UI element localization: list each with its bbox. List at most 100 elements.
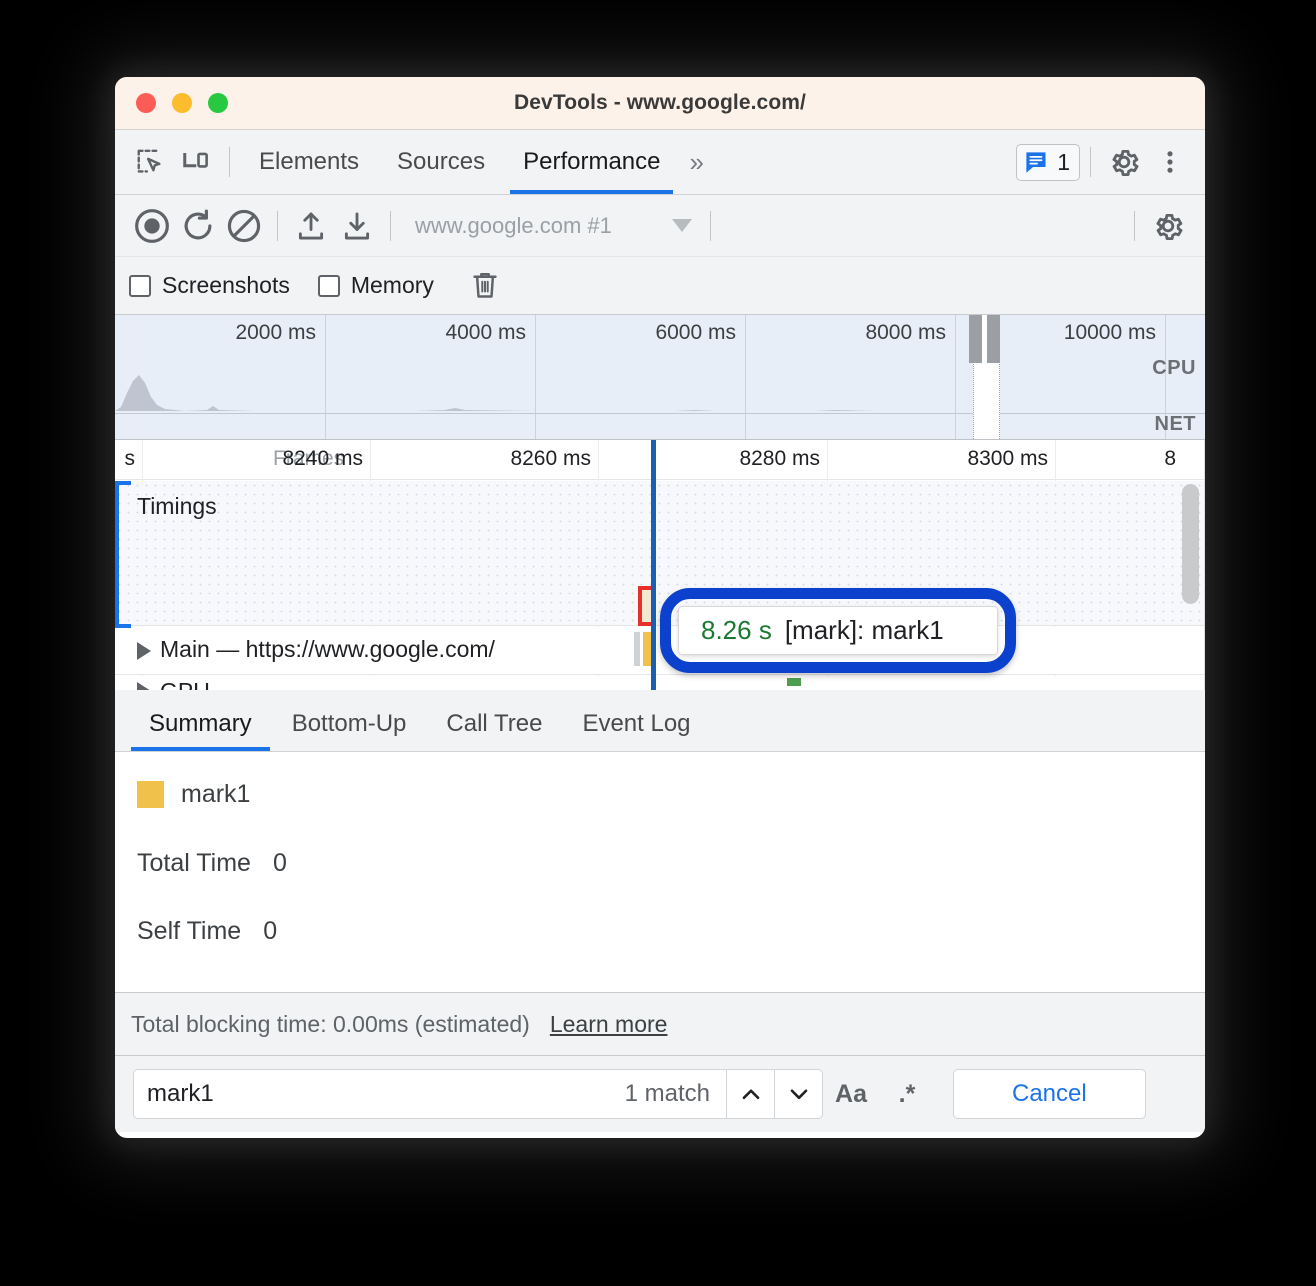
search-cancel-button[interactable]: Cancel <box>953 1069 1146 1119</box>
gear-icon <box>1107 145 1141 179</box>
toggle-device-toolbar-button[interactable] <box>173 139 219 185</box>
rec-toolbar-divider-2 <box>390 211 391 241</box>
memory-checkbox-item[interactable]: Memory <box>318 272 434 299</box>
main-track-event-bar[interactable] <box>634 632 640 666</box>
capture-settings-button[interactable] <box>1145 203 1191 249</box>
clear-recording-button[interactable] <box>221 203 267 249</box>
flamechart-vertical-scrollbar[interactable] <box>1182 484 1199 604</box>
chevron-up-icon <box>738 1081 764 1107</box>
tab-event-log[interactable]: Event Log <box>562 710 710 751</box>
gpu-track[interactable]: GPU <box>115 676 1205 690</box>
timings-track[interactable]: Timings <box>115 481 1205 626</box>
match-case-toggle[interactable]: Aa <box>823 1069 879 1119</box>
clear-icon <box>225 207 263 245</box>
summary-row: Self Time 0 <box>137 917 1183 946</box>
status-bar: Total blocking time: 0.00ms (estimated) … <box>115 992 1205 1056</box>
tab-call-tree[interactable]: Call Tree <box>426 710 562 751</box>
record-button[interactable] <box>129 203 175 249</box>
overview-cpu-net-divider <box>115 413 1205 414</box>
overview-tick: 6000 ms <box>655 321 745 345</box>
screenshots-checkbox-item[interactable]: Screenshots <box>129 272 290 299</box>
learn-more-link[interactable]: Learn more <box>550 1011 668 1038</box>
tab-sources[interactable]: Sources <box>378 130 504 194</box>
gpu-track-expand-arrow[interactable] <box>137 682 151 690</box>
main-track-expand-arrow[interactable] <box>137 642 151 660</box>
tab-summary-label: Summary <box>149 710 252 737</box>
device-toolbar-icon <box>181 147 211 177</box>
memory-label: Memory <box>351 272 434 299</box>
timeline-overview[interactable]: 2000 ms 4000 ms 6000 ms 8000 ms 10000 ms… <box>115 315 1205 440</box>
flamechart-scrollpane-edge <box>1204 440 1205 690</box>
tooltip-text: [mark]: mark1 <box>785 615 944 646</box>
tab-performance[interactable]: Performance <box>504 130 679 194</box>
capture-settings-row: Screenshots Memory <box>115 257 1205 315</box>
cpu-activity-waveform <box>115 371 1205 411</box>
search-next-button[interactable] <box>774 1069 822 1119</box>
download-profile-icon <box>340 209 374 243</box>
window-titlebar: DevTools - www.google.com/ <box>115 77 1205 130</box>
ruler-tick: 8 <box>1164 447 1183 471</box>
overview-tick: 4000 ms <box>445 321 535 345</box>
devtools-settings-button[interactable] <box>1101 139 1147 185</box>
save-profile-button[interactable] <box>334 203 380 249</box>
issues-count: 1 <box>1057 149 1070 176</box>
inspect-element-icon <box>135 147 165 177</box>
tab-bottom-up-label: Bottom-Up <box>292 710 407 737</box>
tab-elements[interactable]: Elements <box>240 130 378 194</box>
ruler-tick: 8280 ms <box>739 447 827 471</box>
match-case-label: Aa <box>835 1080 867 1109</box>
trash-icon <box>470 270 500 302</box>
memory-checkbox[interactable] <box>318 275 340 297</box>
load-profile-button[interactable] <box>288 203 334 249</box>
tab-elements-label: Elements <box>259 148 359 176</box>
devtools-tabstrip: Elements Sources Performance » 1 <box>115 130 1205 195</box>
gpu-track-label: GPU <box>160 678 210 690</box>
tooltip-time: 8.26 s <box>701 615 772 646</box>
rec-toolbar-divider-4 <box>1134 211 1135 241</box>
issues-badge[interactable]: 1 <box>1016 144 1080 181</box>
issues-message-icon <box>1023 149 1050 176</box>
timings-selection-bracket <box>115 481 131 628</box>
timing-marker-green[interactable] <box>787 678 801 686</box>
timings-track-label: Timings <box>137 493 217 520</box>
screenshot-stage: DevTools - www.google.com/ Elements <box>0 0 1316 1286</box>
flamechart-panel[interactable]: s Frames 8240 ms 8260 ms 8280 ms 8300 ms… <box>115 440 1205 690</box>
detail-tabbar: Summary Bottom-Up Call Tree Event Log <box>115 690 1205 752</box>
search-field-wrapper[interactable]: 1 match <box>133 1069 823 1119</box>
devtools-window: DevTools - www.google.com/ Elements <box>115 77 1205 1138</box>
chevron-down-icon <box>672 219 692 232</box>
tab-bottom-up[interactable]: Bottom-Up <box>272 710 427 751</box>
summary-row-key: Self Time <box>137 917 241 946</box>
summary-event-header: mark1 <box>137 780 1183 809</box>
search-prev-button[interactable] <box>726 1069 774 1119</box>
overview-net-label: NET <box>1155 413 1197 436</box>
ruler-tick: 8260 ms <box>510 447 598 471</box>
tab-summary[interactable]: Summary <box>129 710 272 751</box>
overview-tick: 2000 ms <box>235 321 325 345</box>
tabstrip-divider-2 <box>1090 147 1091 177</box>
overview-selection-handle-left[interactable] <box>969 315 982 363</box>
kebab-menu-icon <box>1156 148 1184 176</box>
rec-toolbar-divider-1 <box>277 211 278 241</box>
summary-row: Total Time 0 <box>137 849 1183 878</box>
profile-selector[interactable]: www.google.com #1 <box>415 213 692 239</box>
summary-row-value: 0 <box>263 917 277 946</box>
ruler-tick: 8300 ms <box>967 447 1055 471</box>
more-tabs-button[interactable]: » <box>679 147 709 178</box>
collect-garbage-button[interactable] <box>462 263 508 309</box>
screenshots-checkbox[interactable] <box>129 275 151 297</box>
reload-and-record-button[interactable] <box>175 203 221 249</box>
devtools-main-menu-button[interactable] <box>1147 139 1193 185</box>
screenshots-label: Screenshots <box>162 272 290 299</box>
regex-toggle[interactable]: .* <box>879 1069 935 1119</box>
overview-tick: 10000 ms <box>1064 321 1165 345</box>
timeline-playhead[interactable] <box>651 440 656 690</box>
search-input[interactable] <box>134 1080 625 1108</box>
tab-performance-label: Performance <box>523 148 660 176</box>
inspect-element-button[interactable] <box>127 139 173 185</box>
flamechart-ruler: s Frames 8240 ms 8260 ms 8280 ms 8300 ms… <box>115 440 1205 480</box>
summary-row-value: 0 <box>273 849 287 878</box>
ruler-tick-partial: s <box>125 447 143 471</box>
record-circle-icon <box>132 206 172 246</box>
overview-selection-handle-right[interactable] <box>987 315 1000 363</box>
